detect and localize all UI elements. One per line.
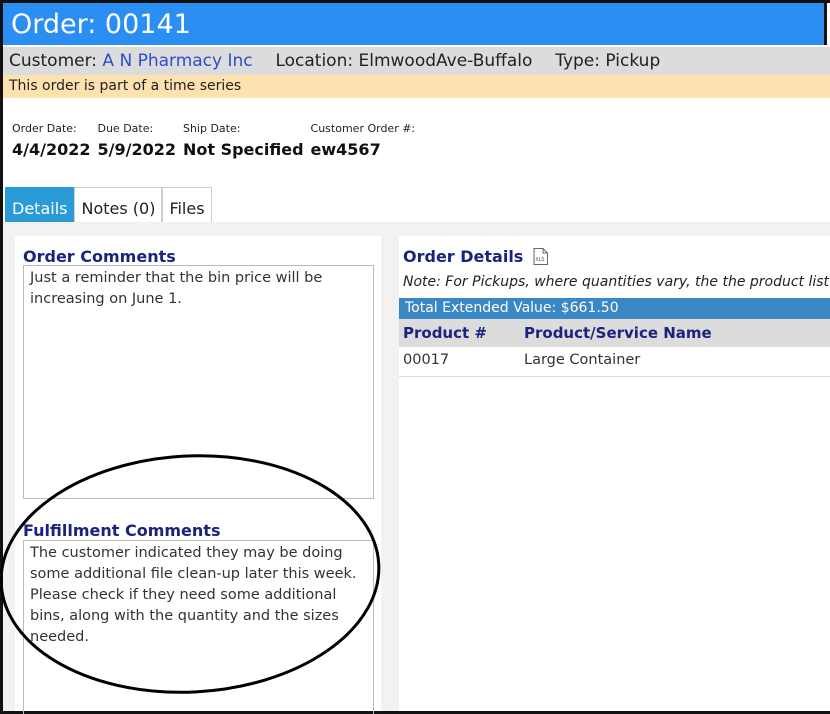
fulfillment-comments-title: Fulfillment Comments bbox=[23, 521, 221, 540]
time-series-notice: This order is part of a time series bbox=[3, 75, 830, 98]
type-value: Pickup bbox=[605, 51, 661, 71]
tab-details[interactable]: Details bbox=[5, 187, 75, 222]
customer-order-label: Customer Order #: bbox=[310, 122, 416, 135]
location-label: Location: bbox=[275, 51, 354, 71]
due-date-label: Due Date: bbox=[97, 122, 154, 135]
order-comments-text[interactable]: Just a reminder that the bin price will … bbox=[23, 265, 374, 499]
ship-date: Ship Date: Not Specified bbox=[183, 122, 304, 159]
fulfillment-comments-panel: Fulfillment Comments The customer indica… bbox=[15, 511, 381, 714]
order-details-title: Order Details bbox=[403, 247, 524, 266]
order-date-label: Order Date: bbox=[12, 122, 77, 135]
order-info-bar: Customer: A N Pharmacy Inc Location: Elm… bbox=[3, 47, 830, 75]
customer-link[interactable]: A N Pharmacy Inc bbox=[102, 51, 252, 71]
table-row[interactable]: 00017 Large Container bbox=[399, 347, 830, 377]
total-extended-value: Total Extended Value: $661.50 bbox=[399, 298, 830, 319]
type-label: Type: bbox=[555, 51, 600, 71]
column-product-name[interactable]: Product/Service Name bbox=[520, 319, 712, 347]
tab-files[interactable]: Files bbox=[162, 187, 212, 222]
tab-notes[interactable]: Notes (0) bbox=[74, 187, 163, 222]
details-content: Order Comments Just a reminder that the … bbox=[3, 222, 830, 714]
customer-order-number: Customer Order #: ew4567 bbox=[311, 122, 416, 159]
page-title: Order: 00141 bbox=[3, 3, 827, 45]
ship-date-label: Ship Date: bbox=[182, 122, 241, 135]
product-name-cell: Large Container bbox=[524, 352, 641, 368]
table-header: Product # Product/Service Name bbox=[399, 319, 830, 347]
svg-text:XLS: XLS bbox=[536, 257, 545, 263]
tab-bar: Details Notes (0) Files bbox=[5, 187, 212, 222]
order-details-panel: Order Details XLS Note: For Pickups, whe… bbox=[399, 236, 830, 711]
order-dates: Order Date: 4/4/2022 Due Date: 5/9/2022 … bbox=[12, 122, 422, 159]
customer-order-value: ew4567 bbox=[310, 140, 381, 159]
order-date-value: 4/4/2022 bbox=[12, 140, 91, 159]
column-product-number[interactable]: Product # bbox=[399, 319, 520, 347]
due-date: Due Date: 5/9/2022 bbox=[97, 122, 175, 159]
order-comments-title: Order Comments bbox=[23, 247, 176, 266]
xls-file-icon[interactable]: XLS bbox=[533, 248, 549, 265]
order-details-header: Order Details XLS bbox=[403, 247, 549, 266]
location-value: ElmwoodAve-Buffalo bbox=[358, 51, 533, 71]
customer-label: Customer: bbox=[9, 51, 98, 71]
product-number-cell: 00017 bbox=[403, 352, 450, 368]
ship-date-value: Not Specified bbox=[182, 140, 304, 159]
order-date: Order Date: 4/4/2022 bbox=[12, 122, 90, 159]
pickup-note: Note: For Pickups, where quantities vary… bbox=[403, 274, 830, 290]
fulfillment-comments-text[interactable]: The customer indicated they may be doing… bbox=[23, 540, 374, 714]
due-date-value: 5/9/2022 bbox=[97, 140, 176, 159]
